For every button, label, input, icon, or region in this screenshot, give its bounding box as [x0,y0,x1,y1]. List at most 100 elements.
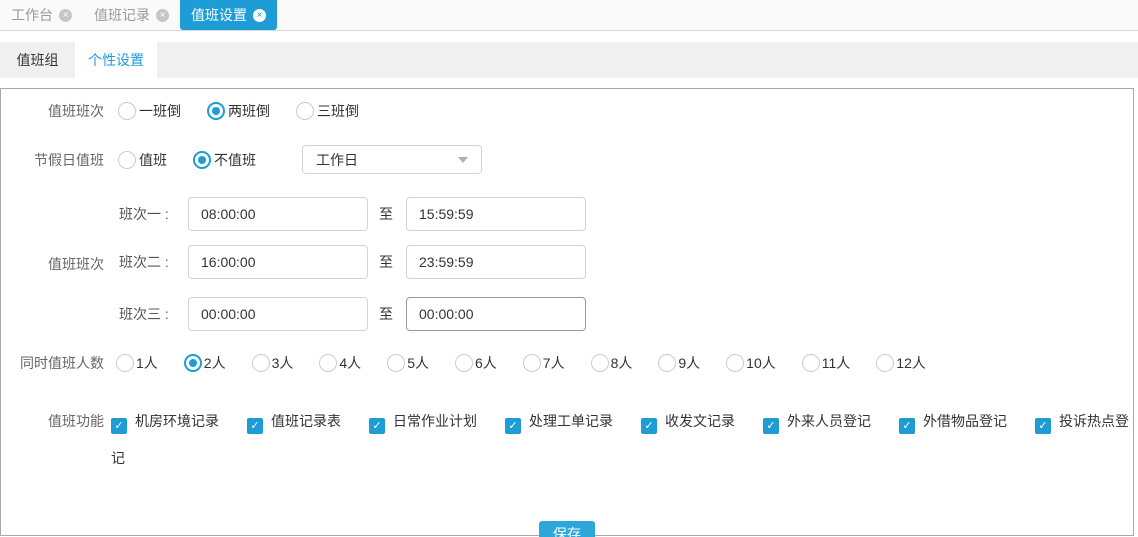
staff-count-option[interactable]: 12人 [876,353,926,373]
staff-count-option[interactable]: 11人 [801,353,851,373]
window-tab-label: 工作台 [11,7,53,23]
sub-tab-label: 值班组 [16,52,59,68]
tab-close-icon[interactable]: × [59,8,72,22]
duty-function-label: 机房环境记录 [135,413,219,429]
staff-count-option-label: 4人 [339,355,362,371]
shift-mode-row: 值班班次 一班倒 两班倒 三班倒 [1,101,1133,121]
shift-mode-option-label: 一班倒 [139,103,181,119]
holiday-duty-option[interactable]: 不值班 [193,150,256,170]
staff-count-option-label: 7人 [542,355,565,371]
staff-count-option-label: 5人 [407,355,429,371]
shift-time-row: 班次一 : 至 [104,197,1133,231]
duty-function-label: 收发文记录 [665,413,735,429]
settings-form-panel: 值班班次 一班倒 两班倒 三班倒 节假日值班 值班 不值班 工作日 值班班次 班次一 … [0,88,1134,537]
radio-dot [212,107,220,115]
staff-count-label: 同时值班人数 [20,355,104,371]
duty-function-label: 投诉热点登 [1059,413,1129,429]
checkbox-checked-icon[interactable]: ✓ [899,418,915,434]
staff-count-radio-group: 1人 2人 3人 4人 5人 6人 7人 8人 9人 10人 11人 12人 [116,353,952,373]
duty-function-checkbox-item[interactable]: ✓ 处理工单记录 [505,413,613,434]
staff-count-option[interactable]: 1人 [116,353,158,373]
shift-time-rows: 班次一 :至班次二 :至班次三 :至 [104,197,1133,331]
shift-times-label: 值班班次 [48,256,104,272]
shift-mode-option-label: 两班倒 [228,103,270,119]
staff-count-option-label: 8人 [610,355,633,371]
tab-close-icon[interactable]: × [253,8,266,22]
duty-function-label: 处理工单记录 [529,413,613,429]
staff-count-option[interactable]: 9人 [658,353,700,373]
sub-tab-bar: 值班组 个性设置 [0,42,1138,78]
shift-time-row: 班次二 : 至 [104,245,1133,279]
radio-icon [296,102,314,120]
window-tab[interactable]: 工作台 × [0,0,83,30]
staff-count-option[interactable]: 2人 [183,353,226,373]
holiday-duty-label: 节假日值班 [34,151,104,168]
sub-tab[interactable]: 个性设置 [75,42,157,78]
save-row: 保存 [1,521,1133,537]
save-button[interactable]: 保存 [539,521,595,537]
staff-count-option[interactable]: 10人 [726,353,776,373]
shift-times-group: 值班班次 班次一 :至班次二 :至班次三 :至 [1,197,1133,331]
radio-icon [801,354,820,372]
duty-functions-row: 值班功能 ✓ 机房环境记录 ✓ 值班记录表 ✓ 日常作业计划 ✓ 处理工单记录 ✓ 收发文记录 ✓ 外… [1,405,1133,511]
staff-count-option[interactable]: 3人 [251,353,293,373]
chevron-down-icon [458,156,468,163]
radio-dot [188,359,197,367]
shift-mode-label: 值班班次 [48,103,104,119]
shift-end-time-input[interactable] [406,197,586,231]
duty-function-checkbox-item[interactable]: ✓ 值班记录表 [247,413,341,434]
to-separator-label: 至 [379,206,393,222]
window-tab-label: 值班设置 [191,7,247,23]
staff-count-option[interactable]: 7人 [522,353,565,373]
staff-count-option-label: 11人 [821,355,851,371]
to-separator-label: 至 [379,306,393,322]
shift-mode-option-label: 三班倒 [317,103,359,119]
shift-start-time-input[interactable] [188,297,368,331]
shift-mode-option[interactable]: 三班倒 [296,101,359,121]
radio-icon [726,354,745,372]
shift-start-time-input[interactable] [188,245,368,279]
checkbox-checked-icon[interactable]: ✓ [641,418,657,434]
duty-function-checkbox-item[interactable]: ✓ 日常作业计划 [369,413,477,434]
shift-row-label: 班次三 : [119,306,169,322]
checkbox-checked-icon[interactable]: ✓ [111,418,127,434]
checkbox-checked-icon[interactable]: ✓ [1035,418,1051,434]
radio-icon [116,354,134,372]
shift-row-label: 班次二 : [119,254,169,270]
staff-count-option[interactable]: 4人 [319,353,361,373]
radio-dot [198,155,206,164]
shift-end-time-input[interactable] [406,297,586,331]
duty-function-label: 日常作业计划 [393,413,477,429]
radio-icon [658,354,677,372]
holiday-duty-option[interactable]: 值班 [118,150,167,170]
day-type-select[interactable]: 工作日 [302,145,482,174]
checkbox-checked-icon[interactable]: ✓ [369,418,385,434]
duty-function-checkbox-item[interactable]: ✓ 收发文记录 [641,413,735,434]
checkbox-checked-icon[interactable]: ✓ [763,418,779,434]
window-tab[interactable]: 值班记录 × [83,0,180,30]
tab-close-icon[interactable]: × [156,8,169,22]
checkbox-checked-icon[interactable]: ✓ [505,418,521,434]
duty-function-checkbox-item[interactable]: ✓ 机房环境记录 [111,413,219,434]
duty-functions-checkbox-group: ✓ 机房环境记录 ✓ 值班记录表 ✓ 日常作业计划 ✓ 处理工单记录 ✓ 收发文记录 ✓ 外来人员登记… [111,405,1133,511]
window-tab[interactable]: 值班设置 × [180,0,277,30]
staff-count-option[interactable]: 6人 [454,353,497,373]
shift-mode-option[interactable]: 两班倒 [207,101,270,121]
window-tab-label: 值班记录 [94,7,150,23]
shift-mode-radio-group: 一班倒 两班倒 三班倒 [118,101,385,121]
duty-function-label: 外借物品登记 [923,413,1007,429]
shift-mode-option[interactable]: 一班倒 [118,101,181,121]
holiday-duty-option-label: 值班 [139,151,167,168]
duty-function-checkbox-item[interactable]: ✓ 外来人员登记 [763,413,871,434]
duty-function-checkbox-item[interactable]: ✓ 外借物品登记 [899,413,1007,434]
staff-count-option[interactable]: 5人 [387,353,429,373]
radio-icon [876,354,895,372]
shift-end-time-input[interactable] [406,245,586,279]
staff-count-option[interactable]: 8人 [590,353,633,373]
shift-row-label: 班次一 : [119,206,169,222]
radio-icon [207,102,225,120]
radio-icon [118,102,136,120]
checkbox-checked-icon[interactable]: ✓ [247,418,263,434]
sub-tab[interactable]: 值班组 [0,42,75,78]
shift-start-time-input[interactable] [188,197,368,231]
